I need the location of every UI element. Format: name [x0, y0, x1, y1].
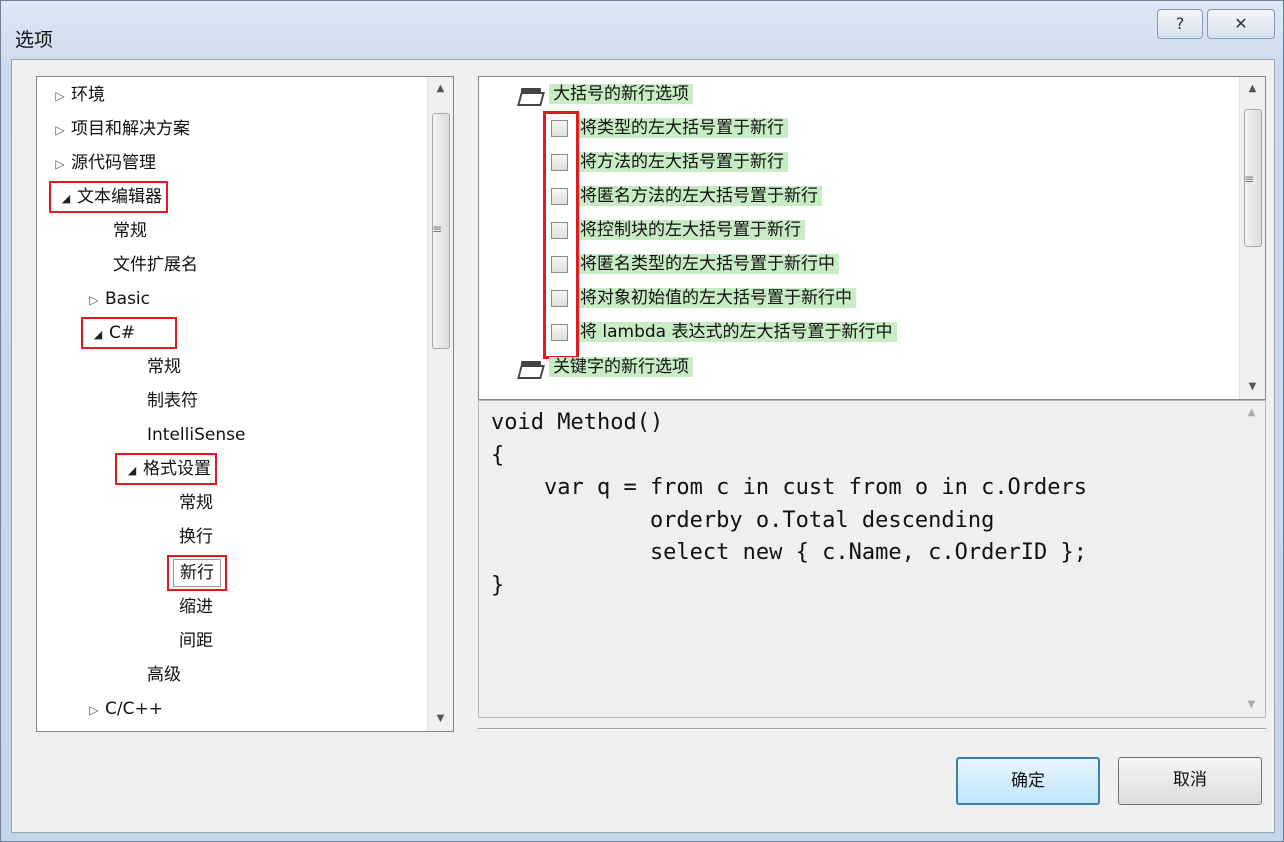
- dialog-title: 选项: [15, 29, 54, 51]
- expand-arrow-icon[interactable]: ▷: [49, 116, 71, 144]
- scroll-grip-icon: ≡: [1244, 172, 1255, 186]
- scroll-up-icon[interactable]: ▲: [1240, 77, 1265, 101]
- collapse-arrow-icon[interactable]: ◢: [55, 185, 77, 213]
- help-button[interactable]: ?: [1157, 9, 1203, 39]
- scroll-grip-icon: ≡: [432, 222, 443, 236]
- expand-arrow-icon[interactable]: ▷: [49, 150, 71, 178]
- options-dialog: 选项 ? ✕ ▷ 环境 ▷ 项目和解决方案 ▷ 源代码管理 ◢ 文本编辑器 常规 文件扩…: [0, 0, 1284, 842]
- tree-item-new-lines[interactable]: 新行: [167, 555, 227, 591]
- tree-item-environment[interactable]: ▷ 环境: [49, 81, 105, 109]
- tree-item-basic[interactable]: ▷ Basic: [83, 285, 150, 313]
- tree-item-source-control[interactable]: ▷ 源代码管理: [49, 149, 156, 177]
- tree-item-formatting[interactable]: ◢ 格式设置: [115, 453, 217, 485]
- tree-item-text-editor[interactable]: ◢ 文本编辑器: [49, 181, 168, 213]
- code-preview: void Method(){ var q = from c in cust fr…: [478, 400, 1266, 718]
- collapse-arrow-icon[interactable]: ◢: [87, 321, 109, 349]
- tree-item-general[interactable]: 常规: [113, 217, 147, 245]
- tree-item-indentation[interactable]: 缩进: [179, 593, 213, 621]
- cancel-button[interactable]: 取消: [1118, 757, 1262, 805]
- options-list[interactable]: 大括号的新行选项 将类型的左大括号置于新行 将方法的左大括号置于新行 将匿名方法…: [478, 76, 1266, 400]
- tree-item-intellisense[interactable]: IntelliSense: [147, 421, 245, 449]
- option-anonymous-method-brace[interactable]: 将匿名方法的左大括号置于新行: [551, 181, 822, 211]
- tree-item-csharp-general[interactable]: 常规: [147, 353, 181, 381]
- collapse-arrow-icon[interactable]: ◢: [121, 457, 143, 485]
- scroll-down-icon[interactable]: ▼: [1239, 693, 1264, 717]
- option-anonymous-type-brace[interactable]: 将匿名类型的左大括号置于新行中: [551, 249, 839, 279]
- category-brace-new-lines: 大括号的新行选项: [519, 80, 693, 108]
- preview-scrollbar[interactable]: ▲ ▼: [1239, 401, 1265, 717]
- folder-icon: [519, 359, 543, 375]
- folder-icon: [519, 86, 543, 102]
- option-lambda-brace[interactable]: 将 lambda 表达式的左大括号置于新行中: [551, 317, 897, 347]
- tree-item-file-extensions[interactable]: 文件扩展名: [113, 251, 198, 279]
- tree-item-formatting-general[interactable]: 常规: [179, 489, 213, 517]
- options-tree[interactable]: ▷ 环境 ▷ 项目和解决方案 ▷ 源代码管理 ◢ 文本编辑器 常规 文件扩展名 ▷ Bas…: [36, 76, 454, 732]
- tree-scrollbar[interactable]: ▲ ≡ ▼: [427, 77, 453, 731]
- tree-item-advanced[interactable]: 高级: [147, 661, 181, 689]
- expand-arrow-icon[interactable]: ▷: [83, 696, 105, 724]
- option-control-block-brace[interactable]: 将控制块的左大括号置于新行: [551, 215, 805, 245]
- dialog-client: ▷ 环境 ▷ 项目和解决方案 ▷ 源代码管理 ◢ 文本编辑器 常规 文件扩展名 ▷ Bas…: [11, 59, 1275, 833]
- checkbox-highlight-frame: [543, 111, 579, 359]
- scroll-down-icon[interactable]: ▼: [428, 707, 453, 731]
- separator: [478, 728, 1266, 730]
- options-scrollbar[interactable]: ▲ ≡ ▼: [1239, 77, 1265, 399]
- tree-item-tabs[interactable]: 制表符: [147, 387, 198, 415]
- option-type-brace[interactable]: 将类型的左大括号置于新行: [551, 113, 788, 143]
- scroll-down-icon[interactable]: ▼: [1240, 375, 1265, 399]
- tree-item-cpp[interactable]: ▷ C/C++: [83, 695, 163, 723]
- expand-arrow-icon[interactable]: ▷: [49, 82, 71, 110]
- close-button[interactable]: ✕: [1207, 9, 1275, 39]
- tree-item-projects[interactable]: ▷ 项目和解决方案: [49, 115, 190, 143]
- category-keyword-new-lines: 关键字的新行选项: [519, 353, 693, 381]
- scroll-up-icon[interactable]: ▲: [428, 77, 453, 101]
- tree-item-wrapping[interactable]: 换行: [179, 523, 213, 551]
- tree-item-csharp[interactable]: ◢ C#: [81, 317, 177, 349]
- option-object-initializer-brace[interactable]: 将对象初始值的左大括号置于新行中: [551, 283, 856, 313]
- tree-item-spacing[interactable]: 间距: [179, 627, 213, 655]
- preview-code: void Method(){ var q = from c in cust fr…: [491, 410, 1088, 598]
- expand-arrow-icon[interactable]: ▷: [83, 286, 105, 314]
- option-method-brace[interactable]: 将方法的左大括号置于新行: [551, 147, 788, 177]
- scroll-up-icon[interactable]: ▲: [1239, 401, 1264, 425]
- ok-button[interactable]: 确定: [956, 757, 1100, 805]
